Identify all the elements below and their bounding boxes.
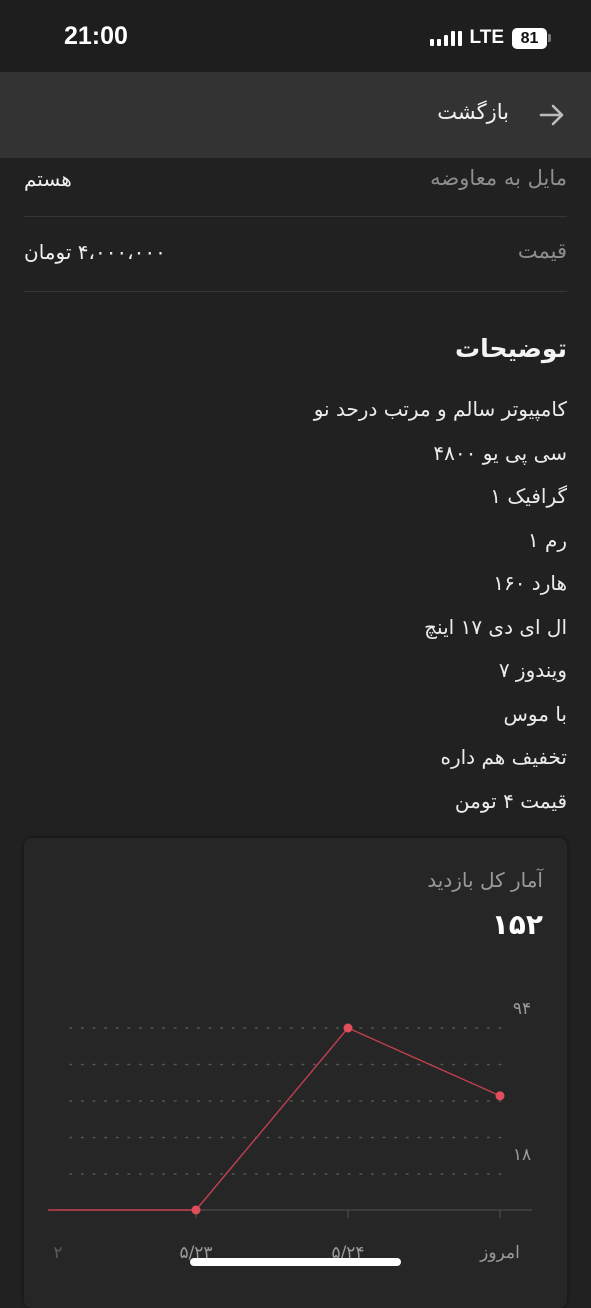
network-type: LTE <box>469 27 504 48</box>
views-line <box>48 1027 501 1211</box>
description-line: رم ۱ <box>527 527 567 552</box>
description-line: کامپیوتر سالم و مرتب درحد نو <box>313 397 567 421</box>
description-line: سی پی یو ۴۸۰۰ <box>433 440 567 465</box>
back-button[interactable]: بازگشت <box>437 100 509 124</box>
back-arrow-icon[interactable] <box>537 100 567 130</box>
battery-icon: 81 <box>512 27 551 49</box>
data-point <box>343 1023 353 1033</box>
detail-label: قیمت <box>517 239 567 263</box>
app-bar: بازگشت <box>0 72 591 158</box>
description-line: گرافیک ۱ <box>490 484 567 508</box>
views-stats-card: آمار کل بازدید ۱۵۲ ۹۴ ۱۸ ۲ ۵/۲۳ ۵/۲۴ امروز <box>24 838 567 1308</box>
battery-level: 81 <box>512 27 547 49</box>
detail-label: مایل به معاوضه <box>430 166 567 190</box>
status-bar: 21:00 LTE 81 <box>0 0 591 72</box>
price-value: ۴،۰۰۰،۰۰۰ تومان <box>24 240 166 264</box>
description-line: ویندوز ۷ <box>498 658 567 682</box>
description-title: توضیحات <box>455 334 567 363</box>
x-tick-label: ۲ <box>53 1243 62 1263</box>
detail-row-price: قیمت ۴،۰۰۰،۰۰۰ تومان <box>24 217 567 292</box>
data-point <box>495 1091 505 1101</box>
description-line: هارد ۱۶۰ <box>493 571 567 595</box>
x-tick-label: امروز <box>479 1243 520 1263</box>
signal-icon <box>429 30 462 46</box>
description-line: ال ای دی ۱۷ اینچ <box>424 614 567 639</box>
description-body: کامپیوتر سالم و مرتب درحد نو سی پی یو ۴۸… <box>27 392 567 827</box>
y-tick-label: ۹۴ <box>513 999 531 1019</box>
status-time: 21:00 <box>64 22 128 50</box>
description-line: قیمت ۴ تومن <box>454 788 567 813</box>
y-tick-label: ۱۸ <box>513 1145 531 1165</box>
detail-row-exchange: مایل به معاوضه هستم <box>24 158 567 217</box>
home-indicator <box>190 1258 401 1266</box>
detail-value: هستم <box>24 167 72 191</box>
description-line: تخفیف هم داره <box>440 745 567 769</box>
data-point <box>191 1205 201 1215</box>
status-indicators: LTE 81 <box>429 27 551 49</box>
description-line: با موس <box>503 701 567 726</box>
views-chart: ۹۴۱۸۲ ۵/۲۳ ۵/۲۴ امروز <box>48 999 532 1263</box>
